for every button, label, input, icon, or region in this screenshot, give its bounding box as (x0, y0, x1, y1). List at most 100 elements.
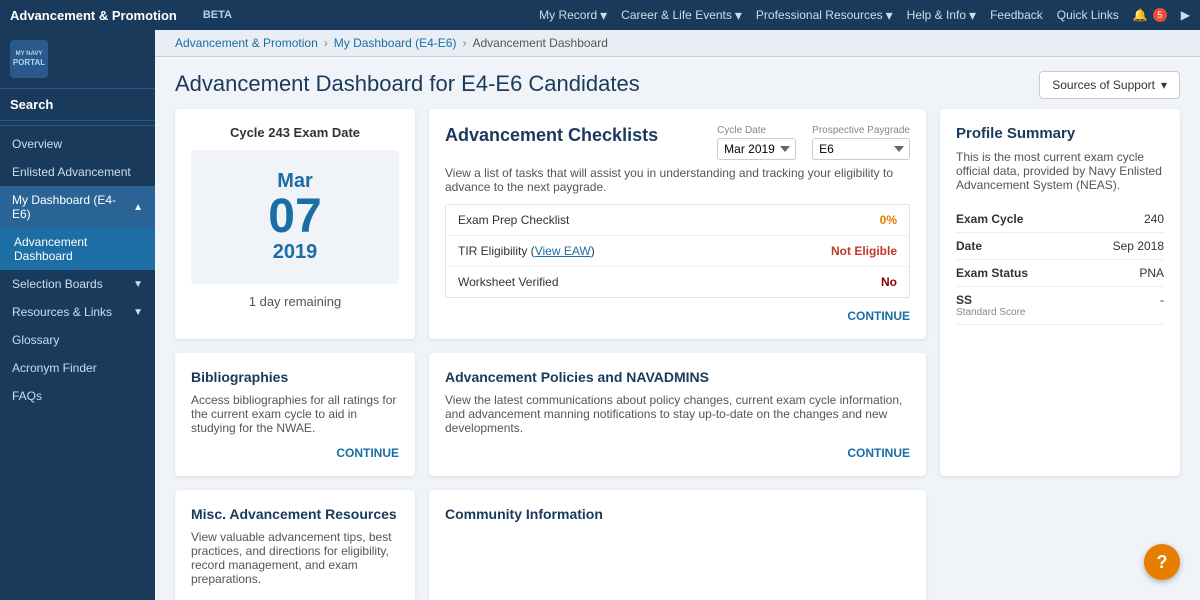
profile-date-value: Sep 2018 (1113, 239, 1164, 253)
cycle-date-label: Cycle Date (717, 125, 796, 136)
checklist-rows: Exam Prep Checklist 0% TIR Eligibility (… (445, 204, 910, 298)
misc-title: Misc. Advancement Resources (191, 506, 399, 522)
profile-summary-card: Profile Summary This is the most current… (940, 109, 1180, 476)
sidebar-search-label[interactable]: Search (0, 89, 155, 121)
checklist-header: Advancement Checklists Cycle Date Mar 20… (445, 125, 910, 160)
profile-row-date: Date Sep 2018 (956, 233, 1164, 260)
checklist-card: Advancement Checklists Cycle Date Mar 20… (429, 109, 926, 339)
worksheet-label: Worksheet Verified (458, 275, 559, 289)
breadcrumb-sep-2: › (462, 36, 466, 50)
profile-row-exam-cycle: Exam Cycle 240 (956, 206, 1164, 233)
biblio-continue-link[interactable]: CONTINUE (336, 446, 399, 460)
sidebar-item-advancement-dashboard[interactable]: Advancement Dashboard (0, 228, 155, 270)
policies-card: Advancement Policies and NAVADMINS View … (429, 353, 926, 476)
chevron-down-icon: ▾ (1161, 78, 1167, 92)
expand-icon[interactable]: ▶ (1181, 8, 1190, 22)
feedback-link[interactable]: Feedback (990, 8, 1043, 22)
breadcrumb: Advancement & Promotion › My Dashboard (… (155, 30, 1200, 57)
worksheet-value: No (881, 275, 897, 289)
chevron-down-icon: ▾ (886, 7, 893, 24)
chevron-down-icon: ▾ (735, 7, 742, 24)
exam-status-value: PNA (1139, 266, 1164, 280)
sidebar-item-resources[interactable]: Resources & Links ▼ (0, 298, 155, 326)
misc-description: View valuable advancement tips, best pra… (191, 530, 399, 586)
cycle-date-selector: Cycle Date Mar 2019 (717, 125, 796, 160)
main-content: Advancement & Promotion › My Dashboard (… (155, 30, 1200, 600)
policies-continue-link[interactable]: CONTINUE (847, 446, 910, 460)
chevron-down-icon: ▼ (133, 279, 143, 290)
sources-of-support-button[interactable]: Sources of Support ▾ (1039, 71, 1180, 99)
checklist-footer: CONTINUE (445, 308, 910, 323)
page-header: Advancement Dashboard for E4-E6 Candidat… (155, 57, 1200, 109)
logo-icon: MY NAVY PORTAL (10, 40, 48, 78)
checklist-continue-link[interactable]: CONTINUE (847, 309, 910, 323)
exam-status-label: Exam Status (956, 266, 1028, 280)
ss-label: SS (956, 293, 1026, 307)
top-navigation: Advancement & Promotion BETA My Record ▾… (0, 0, 1200, 30)
policies-footer: CONTINUE (445, 445, 910, 460)
paygrade-selector: Prospective Paygrade E6 (812, 125, 910, 160)
community-title: Community Information (445, 506, 910, 522)
career-life-link[interactable]: Career & Life Events ▾ (621, 7, 742, 24)
checklist-row-tir: TIR Eligibility (View EAW) Not Eligible (446, 236, 909, 267)
nav-page-title: Advancement & Promotion (10, 8, 177, 23)
chevron-down-icon: ▾ (969, 7, 976, 24)
paygrade-select[interactable]: E6 (812, 138, 910, 160)
profile-row-ss: SS Standard Score - (956, 287, 1164, 325)
chevron-down-icon: ▼ (133, 307, 143, 318)
view-eaw-link[interactable]: View EAW (535, 244, 591, 258)
cards-area: Cycle 243 Exam Date Mar 07 2019 1 day re… (155, 109, 1200, 600)
policies-description: View the latest communications about pol… (445, 393, 910, 435)
page-title: Advancement Dashboard for E4-E6 Candidat… (175, 71, 640, 97)
sidebar-item-dashboard[interactable]: My Dashboard (E4-E6) ▲ (0, 186, 155, 228)
exam-prep-value: 0% (880, 213, 897, 227)
community-card: Community Information (429, 490, 926, 600)
breadcrumb-sep-1: › (324, 36, 328, 50)
biblio-footer: CONTINUE (191, 445, 399, 460)
checklist-row-exam-prep: Exam Prep Checklist 0% (446, 205, 909, 236)
professional-resources-link[interactable]: Professional Resources ▾ (756, 7, 893, 24)
profile-description: This is the most current exam cycle offi… (956, 150, 1164, 192)
notification-icon[interactable]: 🔔5 (1133, 8, 1167, 22)
tir-label: TIR Eligibility (View EAW) (458, 244, 595, 258)
date-day: 07 (211, 193, 379, 241)
tir-value: Not Eligible (831, 244, 897, 258)
floating-help-button[interactable]: ? (1144, 544, 1180, 580)
sidebar-item-selection-boards[interactable]: Selection Boards ▼ (0, 270, 155, 298)
cycle-selectors: Cycle Date Mar 2019 Prospective Paygrade… (717, 125, 910, 160)
cycle-date-select[interactable]: Mar 2019 (717, 138, 796, 160)
cycle-date-card: Cycle 243 Exam Date Mar 07 2019 1 day re… (175, 109, 415, 339)
breadcrumb-link-2[interactable]: My Dashboard (E4-E6) (334, 36, 457, 50)
notification-badge: 5 (1153, 8, 1167, 22)
biblio-title: Bibliographies (191, 369, 399, 385)
bibliographies-card: Bibliographies Access bibliographies for… (175, 353, 415, 476)
sidebar: MY NAVY PORTAL Search Overview Enlisted … (0, 30, 155, 600)
help-info-link[interactable]: Help & Info ▾ (907, 7, 976, 24)
standard-score-sublabel: Standard Score (956, 307, 1026, 318)
profile-title: Profile Summary (956, 125, 1164, 142)
ss-value: - (1160, 293, 1164, 318)
beta-badge: BETA (203, 9, 232, 21)
sidebar-item-acronym[interactable]: Acronym Finder (0, 354, 155, 382)
my-record-link[interactable]: My Record ▾ (539, 7, 607, 24)
date-year: 2019 (211, 241, 379, 264)
misc-card: Misc. Advancement Resources View valuabl… (175, 490, 415, 600)
sidebar-item-enlisted[interactable]: Enlisted Advancement (0, 158, 155, 186)
checklist-description: View a list of tasks that will assist yo… (445, 166, 910, 194)
chevron-up-icon: ▲ (133, 202, 143, 213)
breadcrumb-link-1[interactable]: Advancement & Promotion (175, 36, 318, 50)
sidebar-item-faqs[interactable]: FAQs (0, 382, 155, 410)
cycle-date-box: Mar 07 2019 (191, 150, 399, 284)
cycle-card-title: Cycle 243 Exam Date (191, 125, 399, 140)
paygrade-label: Prospective Paygrade (812, 125, 910, 136)
checklist-row-worksheet: Worksheet Verified No (446, 267, 909, 297)
sidebar-logo-area: MY NAVY PORTAL (0, 30, 155, 89)
nav-links: My Record ▾ Career & Life Events ▾ Profe… (539, 7, 1190, 24)
chevron-down-icon: ▾ (600, 7, 607, 24)
exam-cycle-value: 240 (1144, 212, 1164, 226)
sidebar-item-glossary[interactable]: Glossary (0, 326, 155, 354)
exam-prep-label: Exam Prep Checklist (458, 213, 569, 227)
sidebar-item-overview[interactable]: Overview (0, 130, 155, 158)
quick-links-link[interactable]: Quick Links (1057, 8, 1119, 22)
biblio-description: Access bibliographies for all ratings fo… (191, 393, 399, 435)
